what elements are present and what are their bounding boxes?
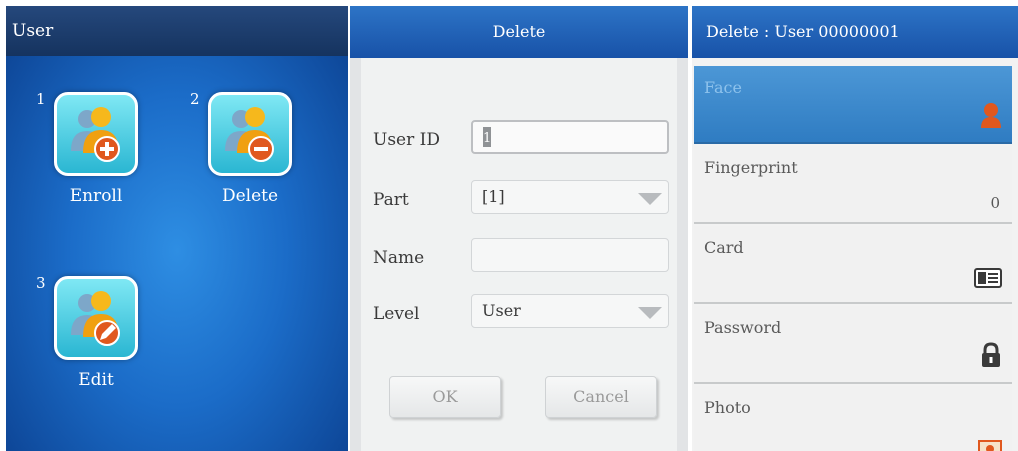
- lock-icon: [980, 342, 1002, 372]
- delete-form-title: Delete: [350, 6, 688, 58]
- menu-tile-number: 2: [190, 90, 200, 108]
- option-label: Photo: [704, 398, 751, 417]
- option-photo[interactable]: Photo: [694, 386, 1012, 451]
- part-value: [1]: [482, 187, 505, 206]
- option-fingerprint[interactable]: Fingerprint 0: [694, 146, 1012, 224]
- level-value: User: [482, 301, 521, 320]
- level-select[interactable]: User: [471, 294, 669, 328]
- option-label: Fingerprint: [704, 158, 798, 177]
- name-input[interactable]: [471, 238, 669, 272]
- part-row: Part [1]: [373, 180, 673, 220]
- name-label: Name: [373, 248, 425, 268]
- face-icon: [980, 102, 1002, 132]
- edit-user-icon[interactable]: [54, 276, 138, 360]
- part-label: Part: [373, 190, 409, 210]
- dropdown-arrow-icon: [638, 193, 662, 205]
- level-row: Level User: [373, 294, 673, 334]
- level-label: Level: [373, 304, 420, 324]
- user-menu-title: User: [6, 6, 348, 56]
- delete-form-body: User ID 1 Part [1] Name Level User OK Ca…: [361, 58, 677, 451]
- remove-user-icon[interactable]: [208, 92, 292, 176]
- name-row: Name: [373, 238, 673, 278]
- delete-form-screen: Delete User ID 1 Part [1] Name Level Use…: [350, 6, 688, 451]
- cancel-button[interactable]: Cancel: [545, 376, 657, 418]
- menu-tile-number: 1: [36, 90, 46, 108]
- user-id-label: User ID: [373, 130, 440, 150]
- add-user-icon[interactable]: [54, 92, 138, 176]
- option-label: Face: [704, 78, 742, 97]
- user-id-input[interactable]: 1: [471, 120, 669, 154]
- card-icon: [974, 268, 1002, 292]
- menu-tile-label: Delete: [221, 186, 279, 206]
- user-menu-screen: User 1 Enroll 2 Delete 3 Edit: [6, 6, 348, 451]
- photo-icon: [978, 440, 1002, 451]
- menu-tile-label: Enroll: [69, 186, 123, 206]
- user-id-value: 1: [483, 130, 492, 146]
- dropdown-arrow-icon: [638, 307, 662, 319]
- option-password[interactable]: Password: [694, 306, 1012, 384]
- fingerprint-count: 0: [990, 194, 1000, 212]
- menu-tile-label: Edit: [78, 370, 114, 390]
- menu-tile-number: 3: [36, 274, 46, 292]
- delete-options-title: Delete : User 00000001: [692, 6, 1018, 58]
- ok-button[interactable]: OK: [389, 376, 501, 418]
- option-label: Card: [704, 238, 744, 257]
- delete-options-screen: Delete : User 00000001 Face Fingerprint …: [692, 6, 1018, 451]
- option-label: Password: [704, 318, 782, 337]
- option-card[interactable]: Card: [694, 226, 1012, 304]
- option-face[interactable]: Face: [694, 66, 1012, 144]
- user-id-row: User ID 1: [373, 120, 673, 160]
- part-select[interactable]: [1]: [471, 180, 669, 214]
